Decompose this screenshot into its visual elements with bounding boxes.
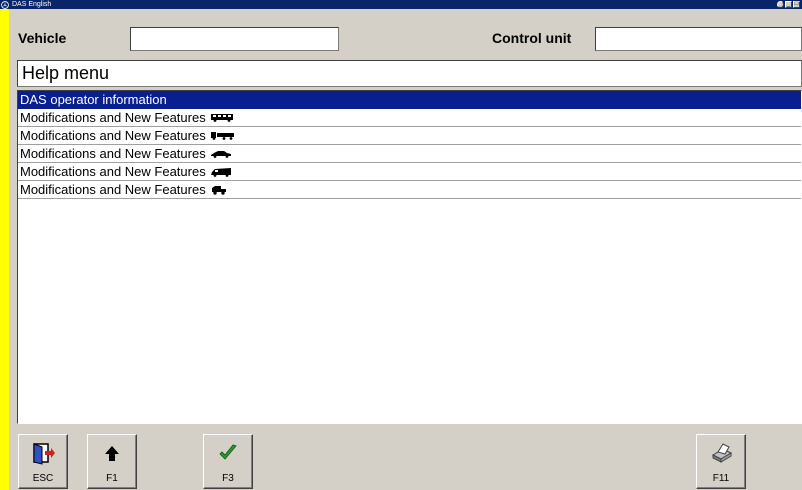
f3-button[interactable]: F3 bbox=[203, 434, 253, 489]
vehicle-label: Vehicle bbox=[18, 30, 67, 46]
list-item-label: Modifications and New Features bbox=[20, 128, 206, 143]
printer-icon bbox=[711, 443, 733, 463]
list-item[interactable]: Modifications and New Features bbox=[18, 181, 801, 199]
list-item-label: DAS operator information bbox=[20, 92, 167, 107]
truck-icon bbox=[210, 132, 234, 140]
list-item[interactable]: Modifications and New Features bbox=[18, 163, 801, 181]
bus-icon bbox=[210, 114, 233, 122]
van-icon bbox=[210, 167, 231, 177]
help-window-button[interactable] bbox=[777, 1, 784, 8]
exit-door-icon bbox=[33, 443, 55, 465]
window-title: DAS English bbox=[12, 1, 52, 8]
list-item-label: Modifications and New Features bbox=[20, 182, 206, 197]
mercedes-star-icon bbox=[1, 0, 9, 9]
list-item[interactable]: DAS operator information bbox=[18, 91, 801, 109]
f1-button[interactable]: F1 bbox=[87, 434, 137, 489]
list-item-label: Modifications and New Features bbox=[20, 110, 206, 125]
page-title: Help menu bbox=[17, 60, 802, 87]
car-icon bbox=[210, 151, 231, 158]
control-unit-field[interactable] bbox=[595, 27, 802, 51]
checkmark-icon bbox=[219, 444, 237, 460]
list-item[interactable]: Modifications and New Features bbox=[18, 109, 801, 127]
list-item[interactable]: Modifications and New Features bbox=[18, 127, 801, 145]
f11-button[interactable]: F11 bbox=[696, 434, 746, 489]
control-unit-label: Control unit bbox=[492, 30, 572, 46]
f1-label: F1 bbox=[106, 473, 118, 484]
f11-label: F11 bbox=[712, 473, 730, 484]
esc-label: ESC bbox=[32, 473, 54, 484]
maximize-window-button[interactable]: □ bbox=[793, 1, 800, 8]
vehicle-field[interactable] bbox=[130, 27, 339, 51]
offroad-icon bbox=[211, 185, 226, 195]
esc-button[interactable]: ESC bbox=[18, 434, 68, 489]
help-menu-list: DAS operator information Modifications a… bbox=[17, 90, 802, 424]
list-item-label: Modifications and New Features bbox=[20, 164, 206, 179]
list-item[interactable]: Modifications and New Features bbox=[18, 145, 801, 163]
function-key-toolbar: ESC F1 F3 F11 bbox=[9, 424, 802, 490]
window-titlebar: DAS English _ □ bbox=[0, 0, 802, 9]
list-item-label: Modifications and New Features bbox=[20, 146, 206, 161]
minimize-window-button[interactable]: _ bbox=[785, 1, 792, 8]
arrow-up-icon bbox=[105, 446, 119, 461]
f3-label: F3 bbox=[222, 473, 234, 484]
das-main-window: Vehicle Control unit Help menu DAS opera… bbox=[9, 9, 802, 490]
